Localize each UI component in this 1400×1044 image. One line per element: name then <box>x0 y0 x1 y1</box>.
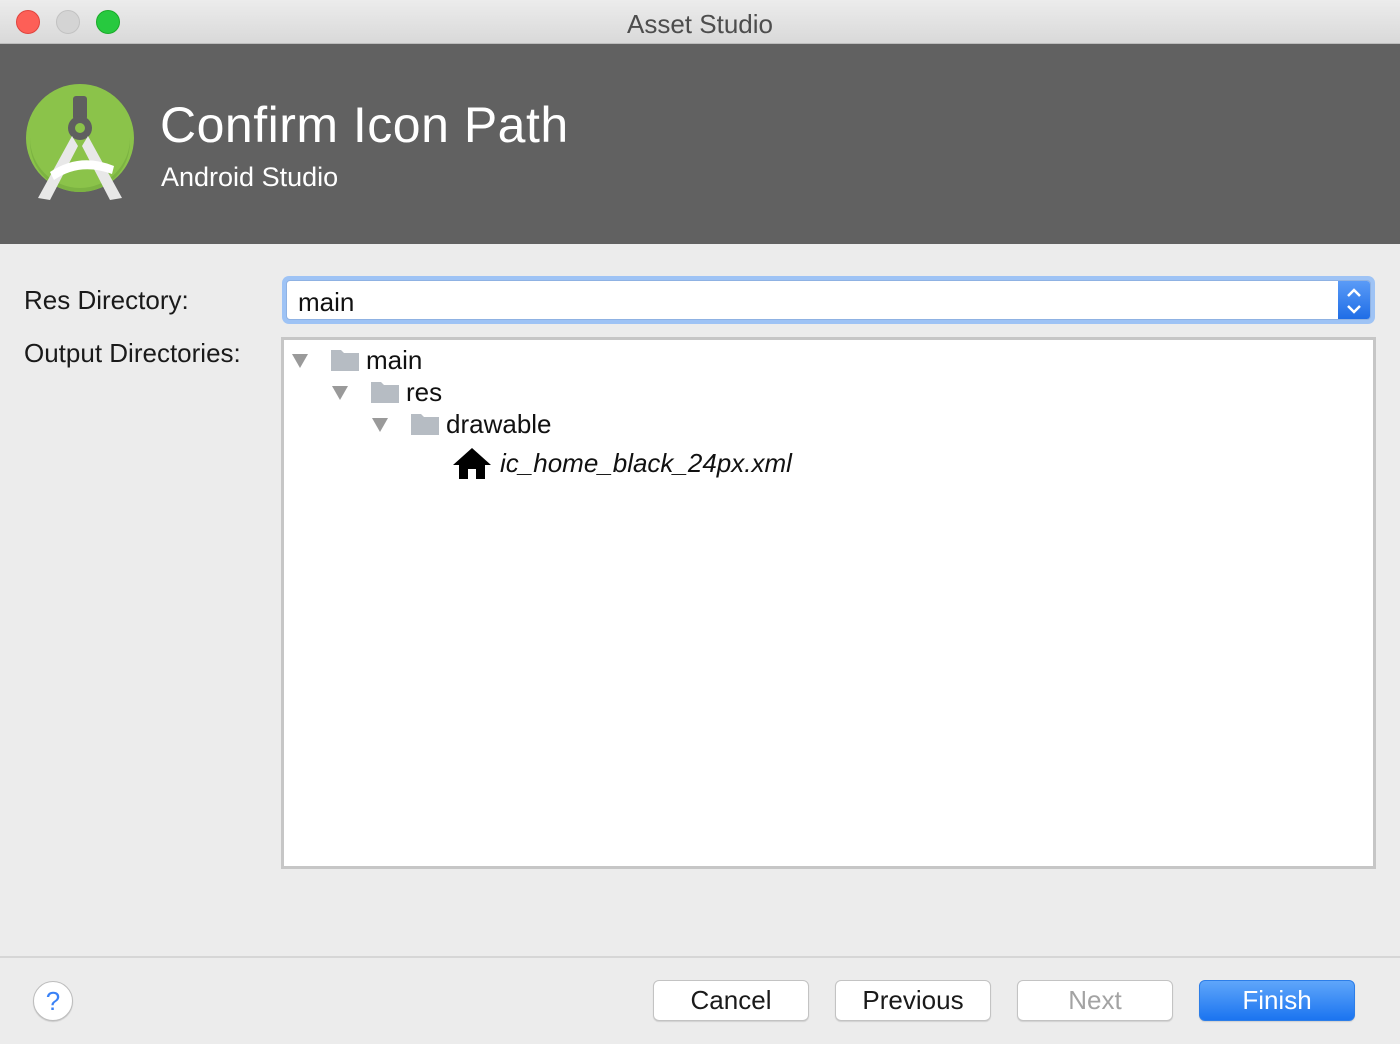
next-button[interactable]: Next <box>1017 980 1173 1021</box>
header-banner: Confirm Icon Path Android Studio <box>0 44 1400 244</box>
chevron-up-down-icon[interactable] <box>1338 281 1370 319</box>
tree-node-main[interactable]: main <box>290 344 422 376</box>
finish-button[interactable]: Finish <box>1199 980 1355 1021</box>
output-directories-label: Output Directories: <box>24 338 241 368</box>
home-icon <box>453 448 491 479</box>
tree-node-label: main <box>366 344 423 375</box>
folder-icon <box>331 350 359 371</box>
tree-node-label: res <box>406 376 443 407</box>
help-button[interactable]: ? <box>33 981 73 1021</box>
window-title: Asset Studio <box>627 9 773 39</box>
previous-button[interactable]: Previous <box>835 980 991 1021</box>
folder-icon <box>371 382 399 403</box>
stepper-arrows-icon <box>1347 288 1361 314</box>
title-bar[interactable]: Asset Studio <box>0 0 1400 44</box>
asset-studio-window: Asset Studio Confirm Icon Path Android S… <box>0 0 1400 1044</box>
res-directory-select[interactable]: main <box>282 276 1375 324</box>
page-title: Confirm Icon Path <box>160 97 569 153</box>
tree-node-res[interactable]: res <box>330 376 442 408</box>
android-studio-logo-icon <box>26 84 134 200</box>
cancel-button[interactable]: Cancel <box>653 980 809 1021</box>
tree-node-label: drawable <box>446 408 552 439</box>
footer-divider <box>0 956 1400 958</box>
res-directory-value: main <box>298 287 355 317</box>
output-directories-tree[interactable]: main res drawable ic_home_black_24px.xml <box>281 337 1376 869</box>
tree-node-file[interactable]: ic_home_black_24px.xml <box>452 444 792 482</box>
res-directory-label: Res Directory: <box>24 285 189 315</box>
tree-node-drawable[interactable]: drawable <box>370 408 552 440</box>
triangle-down-icon[interactable] <box>370 414 390 434</box>
res-directory-select-box[interactable]: main <box>286 280 1371 320</box>
tree-node-label: ic_home_black_24px.xml <box>500 447 792 478</box>
folder-icon <box>411 414 439 435</box>
triangle-down-icon[interactable] <box>330 382 350 402</box>
triangle-down-icon[interactable] <box>290 350 310 370</box>
page-subtitle: Android Studio <box>161 162 339 192</box>
